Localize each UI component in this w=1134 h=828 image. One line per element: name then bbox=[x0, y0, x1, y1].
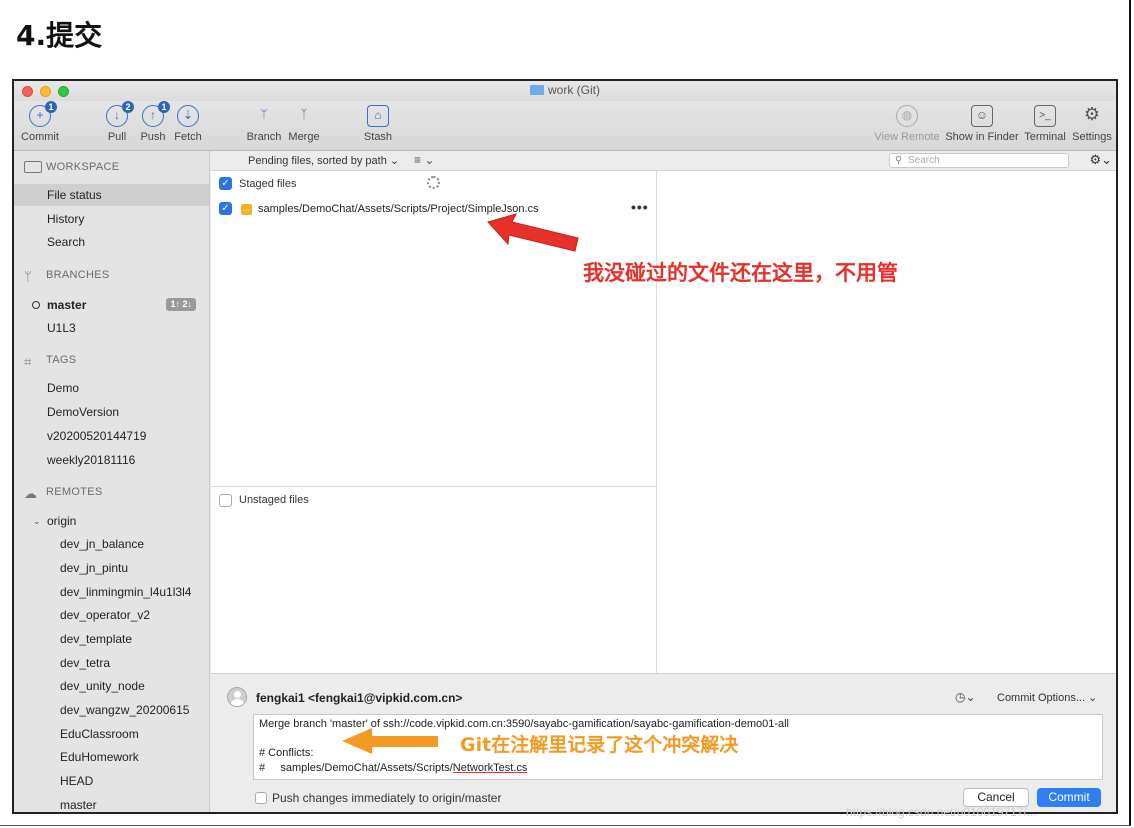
sidebar-remote-branch[interactable]: dev_linmingmin_l4u1l3l4 bbox=[14, 581, 209, 603]
merge-icon: ᛉ bbox=[300, 107, 308, 121]
commit-button[interactable]: Commit bbox=[1037, 788, 1101, 807]
branch-toolbar-button[interactable]: ᛘ Branch bbox=[246, 105, 282, 143]
sidebar-remote-branch[interactable]: dev_wangzw_20200615 bbox=[14, 699, 209, 721]
search-input[interactable]: ⚲ Search bbox=[889, 153, 1069, 168]
ahead-behind-badge: 1↑ 2↓ bbox=[166, 298, 196, 311]
show-in-finder-toolbar-button[interactable]: ☺ Show in Finder bbox=[944, 105, 1020, 143]
search-icon: ⚲ bbox=[895, 155, 903, 166]
document-heading: 4.提交 bbox=[16, 19, 103, 52]
modified-file-icon: … bbox=[241, 204, 252, 215]
branches-section-header: ᛘ BRANCHES bbox=[24, 269, 110, 284]
monitor-icon bbox=[24, 161, 42, 173]
push-toolbar-button[interactable]: ↑ 1 Push bbox=[138, 101, 170, 143]
sidebar-remote-branch[interactable]: HEAD bbox=[14, 770, 209, 792]
stash-icon: ⌂ bbox=[367, 105, 389, 127]
settings-toolbar-button[interactable]: ⚙ Settings bbox=[1070, 104, 1114, 144]
sourcetree-window: work (Git) +1 Commit ↓ 2 Pull ↑ 1 Push ⇣ F… bbox=[12, 79, 1118, 814]
sidebar-item-file-status[interactable]: File status bbox=[14, 184, 209, 206]
commit-toolbar-button[interactable]: +1 Commit bbox=[20, 101, 60, 143]
watermark: https://blog.csdn.net/u010019717/... bbox=[846, 805, 1037, 819]
sort-menu[interactable]: Pending files, sorted by path ⌄ bbox=[248, 154, 399, 167]
globe-icon: ◍ bbox=[896, 105, 918, 127]
unstaged-all-checkbox[interactable] bbox=[219, 494, 232, 507]
tags-section-header: ⌗ TAGS bbox=[24, 354, 77, 369]
commit-count-badge: 1 bbox=[45, 101, 57, 113]
more-actions-icon[interactable]: ••• bbox=[631, 199, 649, 215]
sidebar-branch-item[interactable]: U1L3 bbox=[14, 317, 209, 339]
view-remote-toolbar-button[interactable]: ◍ View Remote bbox=[874, 105, 940, 143]
unstaged-files-pane: Unstaged files bbox=[211, 487, 657, 673]
sidebar-tag-item[interactable]: v20200520144719 bbox=[14, 425, 209, 447]
clock-icon[interactable]: ◷⌄ bbox=[955, 690, 976, 704]
finder-icon: ☺ bbox=[971, 105, 993, 127]
unstaged-files-label: Unstaged files bbox=[239, 494, 309, 506]
main-panel: Pending files, sorted by path ⌄ ≡ ⌄ ⚲ Se… bbox=[211, 151, 1116, 812]
commit-icon: +1 bbox=[29, 101, 57, 127]
window-title: work (Git) bbox=[14, 83, 1116, 97]
gear-icon: ⚙ bbox=[1083, 104, 1101, 124]
avatar bbox=[227, 687, 247, 707]
toolbar: +1 Commit ↓ 2 Pull ↑ 1 Push ⇣ Fetch ᛘ Bran… bbox=[14, 101, 1116, 151]
staged-files-label: Staged files bbox=[239, 178, 297, 190]
title-bar: work (Git) bbox=[14, 81, 1116, 101]
orange-annotation: Git在注解里记录了这个冲突解决 bbox=[460, 734, 739, 756]
branch-icon: ᛘ bbox=[260, 107, 268, 121]
filter-bar: Pending files, sorted by path ⌄ ≡ ⌄ ⚲ Se… bbox=[211, 151, 1116, 171]
sidebar-remote-branch[interactable]: dev_tetra bbox=[14, 652, 209, 674]
sidebar-remote-origin[interactable]: ⌄ origin bbox=[14, 510, 209, 532]
list-view-menu[interactable]: ≡ ⌄ bbox=[414, 153, 434, 167]
staged-files-pane: ✓ Staged files ✓ … samples/DemoChat/Asse… bbox=[211, 171, 657, 487]
misspelled-word: NetworkTest.cs bbox=[452, 761, 528, 774]
sidebar-item-history[interactable]: History bbox=[14, 208, 209, 230]
sidebar-remote-branch[interactable]: dev_unity_node bbox=[14, 675, 209, 697]
sidebar-tag-item[interactable]: weekly20181116 bbox=[14, 449, 209, 471]
cloud-icon: ☁ bbox=[24, 486, 38, 501]
folder-icon bbox=[530, 85, 544, 95]
branch-icon: ᛘ bbox=[24, 269, 33, 284]
sidebar-tag-item[interactable]: DemoVersion bbox=[14, 401, 209, 423]
pull-count-badge: 2 bbox=[122, 101, 134, 113]
sidebar-remote-branch[interactable]: master bbox=[14, 794, 209, 812]
sidebar-tag-item[interactable]: Demo bbox=[14, 377, 209, 399]
fetch-toolbar-button[interactable]: ⇣ Fetch bbox=[172, 105, 204, 143]
sidebar-remote-branch[interactable]: dev_jn_balance bbox=[14, 533, 209, 555]
pull-toolbar-button[interactable]: ↓ 2 Pull bbox=[102, 101, 134, 143]
sidebar-remote-branch[interactable]: dev_jn_pintu bbox=[14, 557, 209, 579]
sidebar-remote-branch[interactable]: EduHomework bbox=[14, 746, 209, 768]
sidebar-remote-branch[interactable]: dev_template bbox=[14, 628, 209, 650]
push-immediately-checkbox[interactable] bbox=[255, 792, 267, 804]
terminal-icon: >_ bbox=[1034, 105, 1056, 127]
sidebar-remote-branch[interactable]: dev_operator_v2 bbox=[14, 604, 209, 626]
merge-toolbar-button[interactable]: ᛉ Merge bbox=[286, 105, 322, 143]
commit-options-menu[interactable]: Commit Options... ⌄ bbox=[997, 691, 1097, 704]
fetch-icon: ⇣ bbox=[177, 105, 199, 127]
gear-menu-icon[interactable]: ⚙⌄ bbox=[1089, 152, 1112, 168]
stash-toolbar-button[interactable]: ⌂ Stash bbox=[360, 105, 396, 143]
push-count-badge: 1 bbox=[158, 101, 170, 113]
page: 4.提交 work (Git) +1 Commit ↓ 2 Pull ↑ 1 Pus… bbox=[0, 0, 1134, 828]
tag-icon: ⌗ bbox=[24, 354, 32, 369]
sidebar-item-search[interactable]: Search bbox=[14, 231, 209, 253]
sidebar-remote-branch[interactable]: EduClassroom bbox=[14, 723, 209, 745]
red-annotation: 我没碰过的文件还在这里，不用管 bbox=[583, 261, 898, 285]
remotes-section-header: ☁ REMOTES bbox=[24, 486, 103, 501]
pull-icon: ↓ 2 bbox=[106, 101, 134, 127]
diff-pane bbox=[657, 171, 1116, 673]
staged-all-checkbox[interactable]: ✓ bbox=[219, 177, 232, 190]
commit-author[interactable]: fengkai1 <fengkai1@vipkid.com.cn> bbox=[256, 691, 462, 705]
sidebar-branch-master[interactable]: master 1↑ 2↓ bbox=[14, 294, 209, 316]
staged-file-checkbox[interactable]: ✓ bbox=[219, 202, 232, 215]
push-icon: ↑ 1 bbox=[142, 101, 170, 127]
sidebar: WORKSPACE File status History Search ᛘ BR… bbox=[14, 151, 210, 812]
terminal-toolbar-button[interactable]: >_ Terminal bbox=[1022, 105, 1068, 143]
loading-spinner-icon bbox=[427, 176, 440, 189]
current-branch-indicator bbox=[32, 301, 40, 309]
staged-file-path[interactable]: samples/DemoChat/Assets/Scripts/Project/… bbox=[258, 203, 539, 215]
push-immediately-label[interactable]: Push changes immediately to origin/maste… bbox=[272, 791, 501, 805]
workspace-section-header: WORKSPACE bbox=[24, 161, 119, 173]
chevron-down-icon: ⌄ bbox=[33, 516, 41, 526]
